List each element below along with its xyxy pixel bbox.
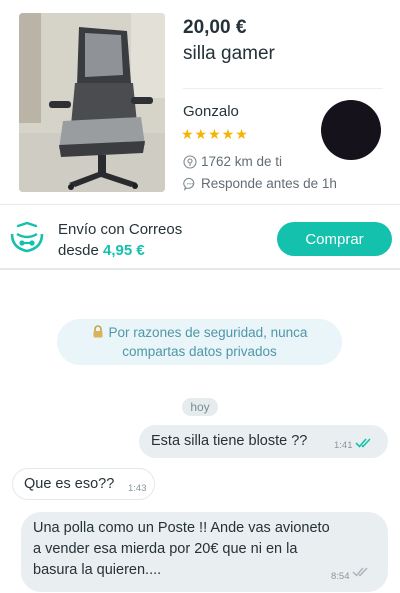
- seller-name[interactable]: Gonzalo: [183, 103, 239, 120]
- message-time: 1:43: [128, 483, 147, 494]
- message-text: Que es eso??: [24, 476, 115, 492]
- message-text-line: a vender esa mierda por 20€ que ni en la: [33, 541, 298, 557]
- seller-rating-stars: ★★★★★: [181, 126, 249, 142]
- product-photo[interactable]: [19, 13, 165, 192]
- double-check-icon: [355, 438, 371, 448]
- double-check-icon: [352, 567, 368, 577]
- security-notice-line2: compartas datos privados: [122, 344, 277, 359]
- product-header[interactable]: 20,00 € silla gamer Gonzalo ★★★★★ 1762 k…: [0, 0, 400, 204]
- response-time-info: Responde antes de 1h: [183, 176, 337, 191]
- day-separator: hoy: [182, 398, 218, 416]
- shipping-price-amount: 4,95 €: [103, 242, 145, 259]
- gaming-chair-image: [19, 13, 165, 192]
- distance-info: 1762 km de ti: [183, 154, 282, 169]
- distance-text: 1762 km de ti: [201, 154, 283, 169]
- divider: [183, 88, 383, 89]
- buy-button[interactable]: Comprar: [277, 222, 392, 256]
- product-title[interactable]: silla gamer: [183, 43, 275, 65]
- message-outgoing[interactable]: Esta silla tiene bloste ?? 1:41: [139, 425, 388, 458]
- shipping-price-prefix: desde: [58, 242, 99, 259]
- message-text-line: Una polla como un Poste !! Ande vas avio…: [33, 520, 330, 536]
- chat-bubble-icon: [183, 177, 195, 191]
- security-notice-line1: Por razones de seguridad, nunca: [108, 325, 308, 340]
- message-incoming[interactable]: Una polla como un Poste !! Ande vas avio…: [21, 512, 388, 592]
- lock-icon: [93, 325, 103, 338]
- message-time: 1:41: [334, 440, 353, 451]
- shipping-title: Envío con Correos: [58, 221, 183, 238]
- seller-avatar[interactable]: [321, 100, 381, 160]
- message-text: Esta silla tiene bloste ??: [151, 433, 308, 449]
- message-time: 8:54: [331, 571, 350, 582]
- message-incoming[interactable]: Que es eso?? 1:43: [12, 468, 155, 500]
- shipping-price: desde 4,95 €: [58, 242, 145, 259]
- product-price: 20,00 €: [183, 17, 247, 38]
- chat-area[interactable]: Por razones de seguridad, nunca comparta…: [0, 271, 400, 593]
- response-time-text: Responde antes de 1h: [201, 176, 337, 191]
- shipping-bar: Envío con Correos desde 4,95 € Comprar: [0, 204, 400, 270]
- correos-logo: [10, 222, 44, 253]
- location-pin-icon: [183, 154, 197, 169]
- security-notice: Por razones de seguridad, nunca comparta…: [57, 319, 342, 365]
